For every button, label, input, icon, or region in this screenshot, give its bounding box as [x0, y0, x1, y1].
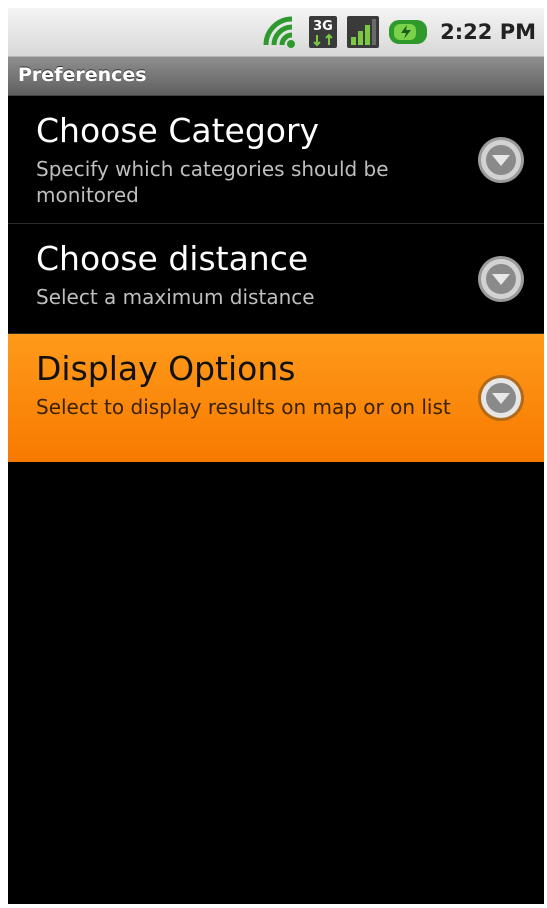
- device-screen: 3G 2:22 PM Preferences Choose Category S…: [8, 8, 544, 904]
- preference-title: Choose Category: [36, 111, 320, 150]
- preference-item-choose-category[interactable]: Choose Category Specify which categories…: [8, 96, 544, 224]
- 3g-data-icon: 3G: [309, 16, 338, 48]
- wifi-icon: [263, 16, 296, 48]
- preference-summary: Select to display results on map or on l…: [36, 395, 451, 419]
- battery-charging-icon: [389, 20, 428, 44]
- preference-summary: Specify which categories should be monit…: [36, 157, 389, 207]
- svg-text:3G: 3G: [313, 19, 333, 34]
- preference-title: Display Options: [36, 349, 296, 388]
- signal-strength-icon: [347, 16, 380, 48]
- dropdown-arrow-icon[interactable]: [476, 135, 526, 185]
- dropdown-arrow-icon[interactable]: [476, 373, 526, 423]
- status-bar: 3G 2:22 PM: [8, 8, 544, 57]
- preference-summary: Select a maximum distance: [36, 285, 315, 309]
- status-icons: 3G 2:22 PM: [262, 8, 536, 56]
- page-title: Preferences: [18, 64, 147, 86]
- preference-item-display-options[interactable]: Display Options Select to display result…: [8, 334, 544, 462]
- preference-title: Choose distance: [36, 239, 309, 278]
- title-bar: Preferences: [8, 57, 544, 96]
- preference-list: Choose Category Specify which categories…: [8, 96, 544, 462]
- dropdown-arrow-icon[interactable]: [476, 254, 526, 304]
- preference-item-choose-distance[interactable]: Choose distance Select a maximum distanc…: [8, 224, 544, 334]
- status-clock: 2:22 PM: [440, 20, 536, 44]
